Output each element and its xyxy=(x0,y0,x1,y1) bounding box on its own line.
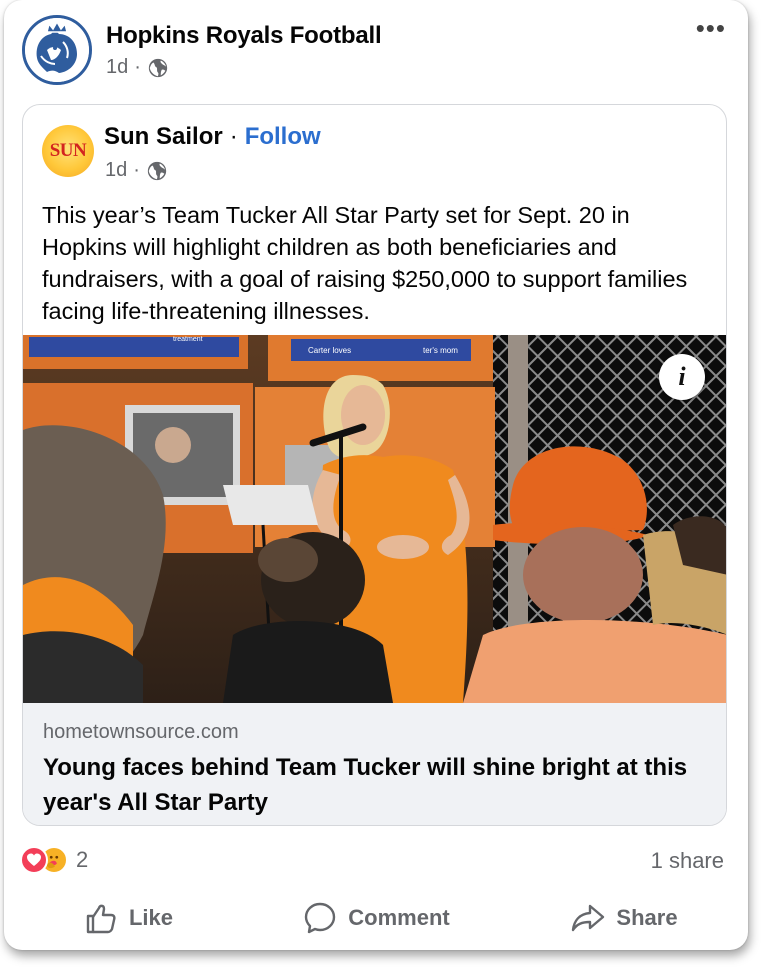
reactions-summary[interactable]: 2 xyxy=(20,846,88,874)
link-title[interactable]: Young faces behind Team Tucker will shin… xyxy=(43,750,713,820)
shared-post-text: This year’s Team Tucker All Star Party s… xyxy=(42,202,688,324)
royals-lion-logo-icon xyxy=(25,18,89,82)
share-count[interactable]: 1 share xyxy=(651,848,724,874)
reaction-count: 2 xyxy=(76,847,89,872)
comment-bubble-icon xyxy=(305,902,336,934)
more-options-button[interactable]: ••• xyxy=(696,15,726,41)
action-bar: Like Comment Share xyxy=(4,900,748,936)
link-domain: hometownsource.com xyxy=(43,721,239,743)
page-name[interactable]: Hopkins Royals Football xyxy=(106,22,382,50)
info-button[interactable]: i xyxy=(659,354,705,400)
source-name[interactable]: Sun Sailor xyxy=(104,123,223,151)
share-label: Share xyxy=(616,905,678,930)
link-preview[interactable]: hometownsource.com Young faces behind Te… xyxy=(23,703,726,825)
share-arrow-icon xyxy=(572,904,605,932)
shared-post-header: Sun Sailor · Follow xyxy=(104,123,321,151)
meta-separator: · xyxy=(134,56,141,78)
post-time[interactable]: 1d xyxy=(106,56,128,79)
photo-sign-text: ter's mom xyxy=(423,346,458,355)
comment-button[interactable]: Comment xyxy=(252,900,500,936)
shared-post[interactable]: SUN Sun Sailor · Follow 1d · This year’s… xyxy=(22,104,727,826)
like-label: Like xyxy=(128,905,174,930)
shared-post-meta: 1d · xyxy=(105,159,168,182)
share-button[interactable]: Share xyxy=(500,900,748,936)
post-card: Hopkins Royals Football 1d · ••• SUN Sun… xyxy=(4,0,748,950)
shared-post-time[interactable]: 1d xyxy=(105,159,127,182)
photo-sign-text: Carter loves xyxy=(308,346,351,355)
comment-label: Comment xyxy=(348,905,450,930)
post-meta: 1d · xyxy=(106,56,169,79)
thumbs-up-icon xyxy=(86,904,116,934)
photo-sign-text: treatment xyxy=(173,336,203,343)
photo-scene: Carter loves ter's mom treatment xyxy=(23,335,726,703)
article-photo[interactable]: Carter loves ter's mom treatment i xyxy=(23,335,726,703)
love-reaction-icon xyxy=(20,846,48,874)
sun-sailor-logo[interactable]: SUN xyxy=(42,125,94,177)
header-separator: · xyxy=(229,123,238,150)
meta-separator: · xyxy=(133,159,140,181)
page-avatar[interactable] xyxy=(22,15,92,85)
sun-logo-text: SUN xyxy=(49,140,87,161)
follow-button[interactable]: Follow xyxy=(245,123,321,151)
like-button[interactable]: Like xyxy=(4,900,252,936)
globe-icon xyxy=(147,161,167,180)
globe-icon xyxy=(148,58,168,77)
